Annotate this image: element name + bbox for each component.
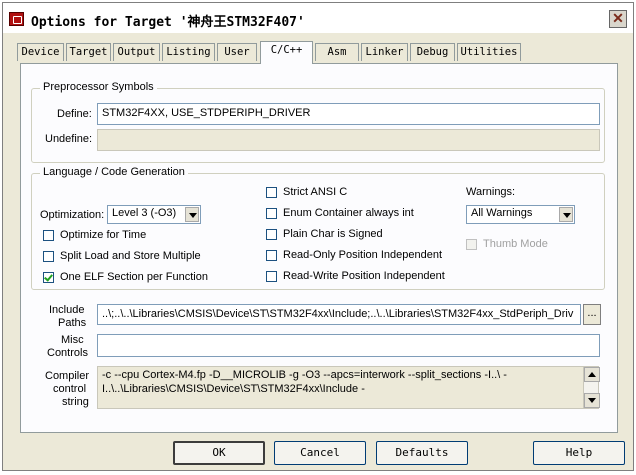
tab-output[interactable]: Output	[113, 43, 160, 61]
compiler-control-string: -c --cpu Cortex-M4.fp -D__MICROLIB -g -O…	[97, 366, 584, 409]
compiler-scrollbar[interactable]	[583, 366, 600, 409]
cancel-button[interactable]: Cancel	[274, 441, 366, 465]
checkbox-box[interactable]	[43, 251, 54, 262]
thumb-mode-label: Thumb Mode	[483, 238, 548, 250]
codegen-legend: Language / Code Generation	[40, 166, 188, 178]
tab-listing[interactable]: Listing	[162, 43, 215, 61]
defaults-button[interactable]: Defaults	[376, 441, 468, 465]
optimization-value: Level 3 (-O3)	[112, 207, 177, 219]
tab-c-cpp[interactable]: C/C++	[260, 41, 313, 64]
cpp-options-panel: Preprocessor Symbols Define: STM32F4XX, …	[20, 63, 618, 433]
read-write-pi-label: Read-Write Position Independent	[283, 270, 445, 282]
checkbox-box[interactable]	[266, 187, 277, 198]
tab-linker[interactable]: Linker	[361, 43, 408, 61]
plain-char-signed-label: Plain Char is Signed	[283, 228, 383, 240]
window-title: Options for Target '神舟王STM32F407'	[31, 15, 305, 30]
app-icon	[9, 12, 24, 26]
title-bar[interactable]: Options for Target '神舟王STM32F407' ✕	[3, 3, 633, 33]
warnings-value: All Warnings	[471, 207, 533, 219]
options-dialog: Options for Target '神舟王STM32F407' ✕ Devi…	[2, 2, 634, 471]
checkbox-box[interactable]	[466, 239, 477, 250]
one-elf-section-checkbox[interactable]: One ELF Section per Function	[43, 271, 208, 284]
close-button[interactable]: ✕	[609, 10, 627, 28]
one-elf-section-label: One ELF Section per Function	[60, 271, 208, 283]
help-button[interactable]: Help	[533, 441, 625, 465]
chevron-down-icon[interactable]	[185, 207, 199, 222]
define-input[interactable]: STM32F4XX, USE_STDPERIPH_DRIVER	[97, 103, 600, 125]
compiler-label-3: string	[62, 396, 89, 408]
include-label-2: Paths	[58, 317, 87, 329]
include-paths-input[interactable]: ..\;..\..\Libraries\CMSIS\Device\ST\STM3…	[97, 304, 581, 325]
define-label: Define:	[57, 108, 92, 120]
checkbox-box[interactable]	[266, 271, 277, 282]
chevron-down-icon[interactable]	[559, 207, 573, 222]
tab-debug[interactable]: Debug	[410, 43, 455, 61]
include-label-1: Include	[49, 304, 85, 316]
scroll-up-icon[interactable]	[584, 367, 600, 382]
optimization-label: Optimization:	[40, 209, 105, 221]
tab-user[interactable]: User	[217, 43, 257, 61]
preprocessor-group: Preprocessor Symbols	[31, 81, 605, 163]
ok-button[interactable]: OK	[173, 441, 265, 465]
optimization-select[interactable]: Level 3 (-O3)	[107, 205, 201, 224]
misc-controls-input[interactable]	[97, 334, 600, 357]
checkbox-box[interactable]	[43, 230, 54, 241]
undefine-label: Undefine:	[45, 133, 93, 145]
scroll-down-icon[interactable]	[584, 393, 600, 408]
tab-utilities[interactable]: Utilities	[457, 43, 521, 61]
misc-label-1: Misc	[61, 334, 84, 346]
enum-container-label: Enum Container always int	[283, 207, 414, 219]
plain-char-signed-checkbox[interactable]: Plain Char is Signed	[266, 228, 383, 241]
browse-include-button[interactable]: ...	[583, 304, 601, 325]
checkbox-box[interactable]	[266, 250, 277, 261]
optimize-for-time-checkbox[interactable]: Optimize for Time	[43, 229, 146, 242]
read-only-pi-label: Read-Only Position Independent	[283, 249, 442, 261]
enum-container-checkbox[interactable]: Enum Container always int	[266, 207, 414, 220]
warnings-select[interactable]: All Warnings	[466, 205, 575, 224]
split-load-store-checkbox[interactable]: Split Load and Store Multiple	[43, 250, 201, 263]
tab-target[interactable]: Target	[66, 43, 111, 61]
checkbox-box[interactable]	[266, 208, 277, 219]
compiler-label-1: Compiler	[45, 370, 90, 382]
misc-label-2: Controls	[47, 347, 88, 359]
tab-asm[interactable]: Asm	[315, 43, 359, 61]
read-only-pi-checkbox[interactable]: Read-Only Position Independent	[266, 249, 442, 262]
checkbox-box-checked[interactable]	[43, 272, 54, 283]
warnings-label: Warnings:	[466, 186, 516, 198]
preprocessor-legend: Preprocessor Symbols	[40, 81, 157, 93]
checkbox-box[interactable]	[266, 229, 277, 240]
undefine-input[interactable]	[97, 129, 600, 151]
read-write-pi-checkbox[interactable]: Read-Write Position Independent	[266, 270, 445, 283]
tab-device[interactable]: Device	[17, 43, 64, 61]
compiler-label-2: control	[53, 383, 87, 395]
split-load-store-label: Split Load and Store Multiple	[60, 250, 201, 262]
strict-ansi-c-checkbox[interactable]: Strict ANSI C	[266, 186, 347, 199]
strict-ansi-c-label: Strict ANSI C	[283, 186, 348, 198]
optimize-for-time-label: Optimize for Time	[60, 229, 147, 241]
thumb-mode-checkbox[interactable]: Thumb Mode	[466, 238, 548, 251]
